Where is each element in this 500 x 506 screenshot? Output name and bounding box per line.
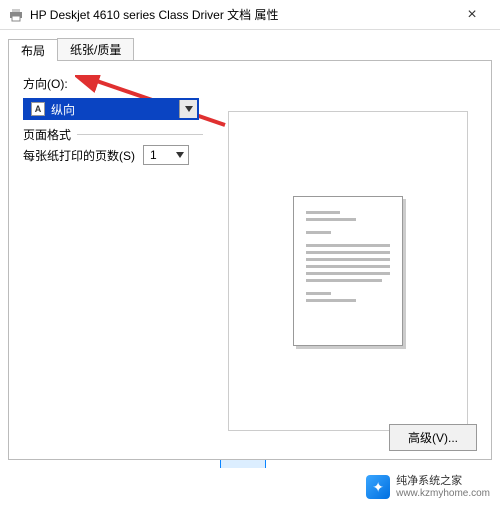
- printer-icon: [8, 7, 24, 23]
- titlebar: HP Deskjet 4610 series Class Driver 文档 属…: [0, 0, 500, 30]
- page-format-group: 页面格式: [23, 134, 203, 135]
- watermark-logo-icon: ✦: [366, 475, 390, 499]
- watermark: ✦ 纯净系统之家 www.kzmyhome.com: [356, 469, 500, 506]
- dialog-body: 布局 纸张/质量 方向(O): A 纵向: [0, 30, 500, 468]
- close-button[interactable]: ×: [452, 0, 492, 30]
- preview-box: [228, 111, 468, 431]
- page-format-title: 页面格式: [23, 126, 77, 143]
- watermark-brand: 纯净系统之家: [396, 475, 490, 488]
- orientation-value: 纵向: [51, 101, 179, 118]
- portrait-doc-icon: A: [31, 102, 45, 116]
- chevron-down-icon: [179, 100, 197, 118]
- chevron-down-icon: [172, 146, 188, 164]
- window-title: HP Deskjet 4610 series Class Driver 文档 属…: [30, 6, 452, 23]
- tab-panel-layout: 方向(O): A 纵向 页面格式 每张纸打印的页数(S) 1: [8, 60, 492, 460]
- tab-layout[interactable]: 布局: [8, 39, 58, 61]
- orientation-select[interactable]: A 纵向: [23, 98, 199, 120]
- pages-per-sheet-select[interactable]: 1: [143, 145, 189, 165]
- pages-per-sheet-value: 1: [150, 148, 157, 162]
- right-column: [219, 75, 477, 431]
- pages-per-sheet-label: 每张纸打印的页数(S): [23, 147, 135, 164]
- tabstrip: 布局 纸张/质量: [8, 38, 492, 60]
- watermark-url: www.kzmyhome.com: [396, 488, 490, 500]
- tab-paper-quality[interactable]: 纸张/质量: [57, 38, 134, 60]
- advanced-button[interactable]: 高级(V)...: [389, 424, 477, 451]
- preview-page: [293, 196, 403, 346]
